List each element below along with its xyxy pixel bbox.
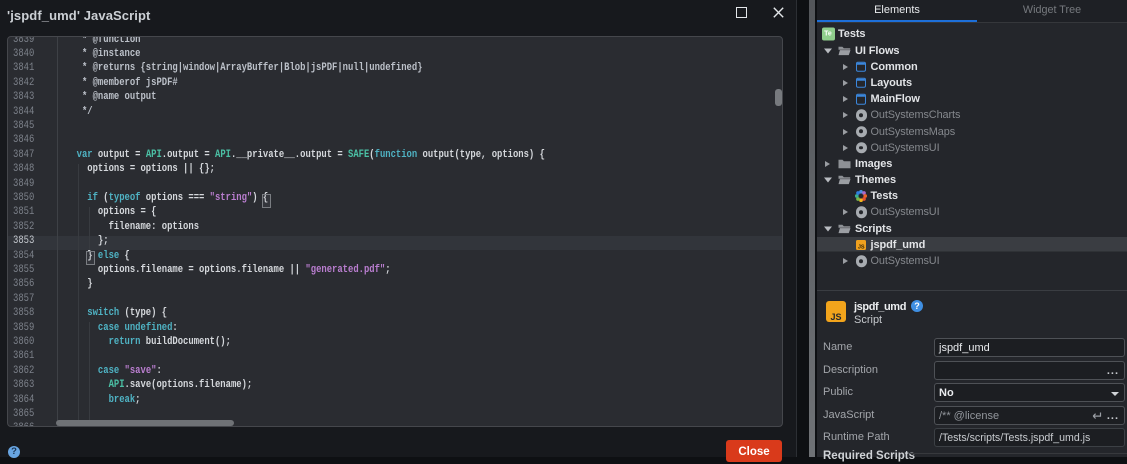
svg-text:JS: JS <box>857 244 864 250</box>
